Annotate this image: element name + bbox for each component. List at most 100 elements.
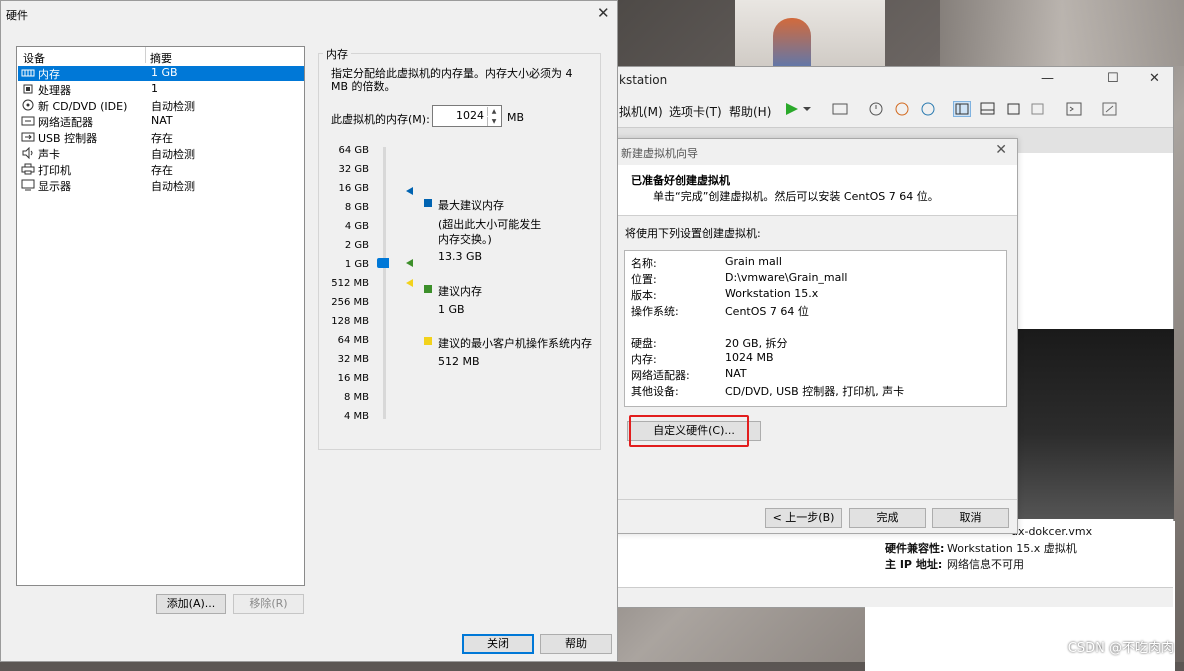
- send-keys-icon[interactable]: [831, 101, 849, 117]
- menu-vm[interactable]: 拟机(M): [619, 103, 663, 120]
- device-name: USB 控制器: [38, 132, 98, 145]
- fullscreen-icon[interactable]: [1005, 101, 1023, 117]
- device-summary: 自动检测: [151, 100, 195, 113]
- maximize-icon[interactable]: ☐: [1107, 71, 1119, 86]
- spin-up-icon[interactable]: ▲: [487, 107, 500, 116]
- close-button[interactable]: 关闭: [462, 634, 534, 654]
- usb-icon: [21, 131, 35, 143]
- memory-slider-track[interactable]: [383, 147, 386, 419]
- finish-button[interactable]: 完成: [849, 508, 926, 528]
- column-divider: [145, 47, 146, 63]
- slider-tick-label: 4 GB: [344, 221, 369, 232]
- device-name: 打印机: [38, 164, 71, 177]
- legend-swatch-min: [424, 337, 432, 345]
- device-row-usb[interactable]: USB 控制器 存在: [18, 130, 304, 145]
- device-column-header[interactable]: 设备: [23, 50, 45, 66]
- device-row-network[interactable]: 网络适配器 NAT: [18, 114, 304, 129]
- vm-compat-label: 硬件兼容性:: [885, 542, 945, 555]
- cd-icon: [21, 99, 35, 111]
- legend-max-title: 最大建议内存: [438, 199, 504, 212]
- setting-key: 其他设备:: [631, 385, 679, 398]
- help-button[interactable]: 帮助: [540, 634, 612, 654]
- workstation-statusbar: [613, 587, 1173, 607]
- setting-value: Workstation 15.x: [725, 287, 819, 300]
- stretch-icon[interactable]: [1101, 101, 1119, 117]
- device-row-display[interactable]: 显示器 自动检测: [18, 178, 304, 193]
- setting-key: 操作系统:: [631, 305, 679, 318]
- device-summary: 1: [151, 82, 158, 95]
- device-summary: NAT: [151, 114, 173, 127]
- close-icon[interactable]: ✕: [1149, 71, 1160, 86]
- sidebar-view-icon[interactable]: [953, 101, 971, 117]
- workstation-menubar: 拟机(M) 选项卡(T) 帮助(H): [613, 95, 1173, 125]
- spin-down-icon[interactable]: ▼: [487, 117, 500, 126]
- min-recommended-marker: [406, 279, 413, 287]
- wizard-subheading: 单击“完成”创建虚拟机。然后可以安装 CentOS 7 64 位。: [653, 190, 939, 203]
- hardware-title: 硬件: [6, 9, 28, 22]
- slider-tick-label: 256 MB: [331, 297, 369, 308]
- minimize-icon[interactable]: —: [1041, 71, 1054, 86]
- device-row-printer[interactable]: 打印机 存在: [18, 162, 304, 177]
- vm-compat-value: Workstation 15.x 虚拟机: [947, 542, 1077, 555]
- wallpaper-blur: [940, 0, 1184, 66]
- menu-tabs[interactable]: 选项卡(T): [669, 103, 722, 120]
- display-icon: [21, 179, 35, 191]
- vm-ip-value: 网络信息不可用: [947, 558, 1024, 571]
- vm-preview-thumbnail[interactable]: [1018, 329, 1174, 519]
- recommended-marker: [406, 259, 413, 267]
- device-name: 处理器: [38, 84, 71, 97]
- device-row-memory[interactable]: 内存 1 GB: [18, 66, 304, 81]
- console-icon[interactable]: [1065, 101, 1083, 117]
- wizard-divider: [615, 215, 1017, 216]
- memory-description: 指定分配给此虚拟机的内存量。内存大小必须为 4 MB 的倍数。: [331, 67, 573, 93]
- wizard-title: 新建虚拟机向导: [621, 147, 698, 160]
- printer-icon: [21, 163, 35, 175]
- memory-slider-thumb[interactable]: [377, 258, 389, 268]
- back-button[interactable]: < 上一步(B): [765, 508, 842, 528]
- memory-icon: [21, 67, 35, 79]
- legend-min-value: 512 MB: [438, 355, 480, 368]
- thumbnail-view-icon[interactable]: [979, 101, 997, 117]
- max-recommended-marker: [406, 187, 413, 195]
- wizard-close-icon[interactable]: ✕: [995, 142, 1007, 158]
- memory-unit: MB: [507, 111, 525, 124]
- device-row-cpu[interactable]: 处理器 1: [18, 82, 304, 97]
- memory-size-value: 1024: [456, 109, 484, 122]
- device-row-sound[interactable]: 声卡 自动检测: [18, 146, 304, 161]
- wizard-heading: 已准备好创建虚拟机: [631, 174, 730, 187]
- remove-device-button[interactable]: 移除(R): [233, 594, 304, 614]
- setting-key: 硬盘:: [631, 337, 657, 350]
- slider-tick-label: 128 MB: [331, 316, 369, 327]
- slider-tick-label: 16 GB: [338, 183, 369, 194]
- cancel-button[interactable]: 取消: [932, 508, 1009, 528]
- device-name: 网络适配器: [38, 116, 93, 129]
- csdn-watermark: CSDN @不吃肉肉: [1067, 641, 1174, 656]
- chevron-down-icon[interactable]: [801, 101, 819, 117]
- device-list: 设备 摘要 内存 1 GB 处理器 1 新 CD/DVD (IDE) 自动检测 …: [16, 46, 305, 586]
- revert-snapshot-icon[interactable]: [893, 101, 911, 117]
- menu-help[interactable]: 帮助(H): [729, 103, 771, 120]
- snapshot-manager-icon[interactable]: [919, 101, 937, 117]
- legend-recommended-value: 1 GB: [438, 303, 465, 316]
- add-device-button[interactable]: 添加(A)...: [156, 594, 226, 614]
- network-icon: [21, 115, 35, 127]
- setting-value: 20 GB, 拆分: [725, 337, 788, 350]
- legend-recommended-title: 建议内存: [438, 285, 482, 298]
- slider-tick-label: 2 GB: [344, 240, 369, 251]
- unity-icon[interactable]: [1029, 101, 1047, 117]
- snapshot-icon[interactable]: [867, 101, 885, 117]
- slider-tick-label: 1 GB: [344, 259, 369, 270]
- memory-size-label: 此虚拟机的内存(M):: [331, 113, 430, 126]
- setting-key: 名称:: [631, 257, 657, 270]
- slider-tick-label: 512 MB: [331, 278, 369, 289]
- memory-size-input[interactable]: 1024 ▲ ▼: [432, 105, 502, 127]
- device-row-cd[interactable]: 新 CD/DVD (IDE) 自动检测: [18, 98, 304, 113]
- device-summary: 1 GB: [151, 66, 178, 79]
- play-icon[interactable]: [783, 101, 801, 117]
- highlight-annotation: [629, 415, 749, 447]
- hardware-close-icon[interactable]: ✕: [597, 4, 610, 22]
- device-summary: 存在: [151, 164, 173, 177]
- summary-column-header[interactable]: 摘要: [150, 50, 172, 66]
- setting-key: 内存:: [631, 353, 657, 366]
- hardware-dialog: 硬件 ✕ 设备 摘要 内存 1 GB 处理器 1 新 CD/DVD (IDE) …: [0, 0, 618, 662]
